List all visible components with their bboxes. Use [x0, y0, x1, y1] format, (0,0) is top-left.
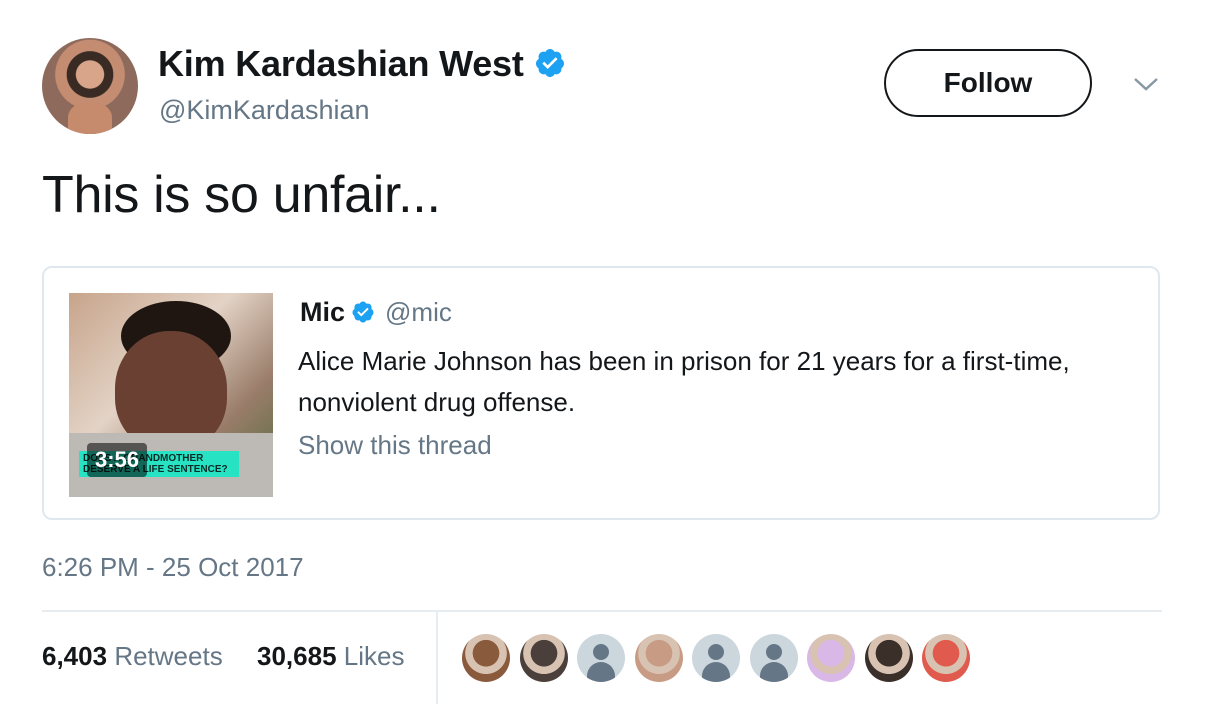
retweets-label: Retweets	[114, 641, 223, 671]
verified-badge-icon	[535, 49, 564, 78]
author-avatar[interactable]	[42, 38, 138, 134]
stats-divider-top	[42, 610, 1162, 612]
stats-vertical-divider	[436, 612, 438, 704]
author-handle[interactable]: @KimKardashian	[159, 95, 370, 126]
liker-avatar[interactable]	[922, 634, 970, 682]
author-display-name[interactable]: Kim Kardashian West	[158, 43, 566, 85]
liker-avatar[interactable]	[807, 634, 855, 682]
retweets-count: 6,403	[42, 641, 108, 671]
liker-avatar[interactable]	[462, 634, 510, 682]
tweet-text: This is so unfair...	[42, 166, 441, 224]
tweet-timestamp[interactable]: 6:26 PM - 25 Oct 2017	[42, 552, 304, 583]
quoted-tweet-text: Alice Marie Johnson has been in prison f…	[298, 346, 1070, 417]
quoted-author-name: Mic	[300, 297, 346, 327]
video-duration: 3:56	[87, 443, 148, 477]
quoted-author[interactable]: Mic @mic	[300, 297, 452, 328]
liker-avatar[interactable]	[519, 634, 568, 682]
retweets-stat[interactable]: 6,403 Retweets	[42, 641, 223, 672]
likes-stat[interactable]: 30,685 Likes	[257, 641, 404, 672]
liker-avatar[interactable]	[577, 634, 625, 682]
verified-badge-icon	[352, 301, 374, 323]
quoted-author-handle: @mic	[385, 297, 452, 327]
liker-avatar[interactable]	[634, 634, 683, 682]
liker-avatar[interactable]	[864, 634, 913, 682]
show-thread-link[interactable]: Show this thread	[298, 430, 492, 461]
follow-button[interactable]: Follow	[884, 49, 1092, 117]
author-name-text: Kim Kardashian West	[158, 43, 524, 84]
liker-avatar[interactable]	[749, 634, 798, 682]
quoted-tweet-card[interactable]: DOES A GRANDMOTHER DESERVE A LIFE SENTEN…	[42, 266, 1160, 520]
likes-label: Likes	[343, 641, 405, 671]
quoted-video-thumbnail[interactable]: DOES A GRANDMOTHER DESERVE A LIFE SENTEN…	[69, 293, 273, 497]
likes-count: 30,685	[257, 641, 337, 671]
chevron-down-icon[interactable]	[1132, 74, 1160, 94]
liker-avatar[interactable]	[692, 634, 740, 682]
